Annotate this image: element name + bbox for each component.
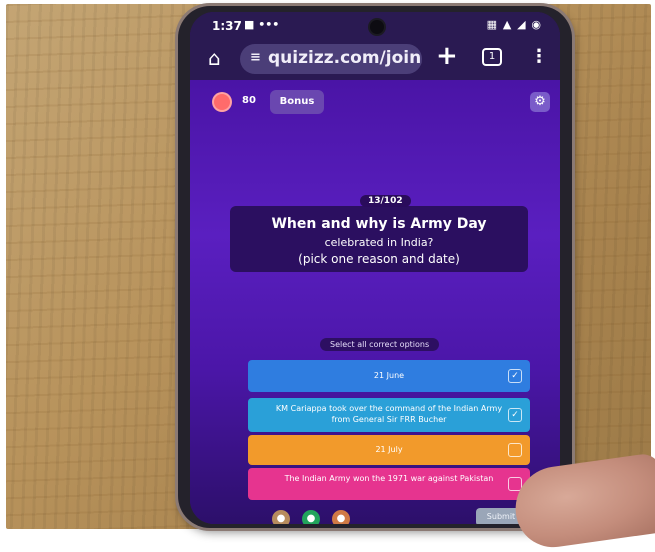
notification-icons: ■ •••	[244, 18, 280, 31]
answer-option-b[interactable]: KM Cariappa took over the command of the…	[248, 398, 530, 432]
question-line-2: celebrated in India?	[324, 236, 434, 249]
question-card: When and why is Army Day celebrated in I…	[230, 206, 528, 272]
checkbox-icon[interactable]: ✓	[508, 408, 522, 422]
status-time: 1:37	[212, 19, 242, 33]
quiz-game-area: 80 Bonus ⚙ When and why is Army Day cele…	[190, 80, 560, 524]
bonus-badge: Bonus	[270, 90, 324, 114]
question-line-3: (pick one reason and date)	[298, 252, 460, 266]
phone-screen: 1:37 ■ ••• ▦ ▲ ◢ ◉ ⌂ ≡ quizizz.com/join/…	[190, 12, 560, 524]
answer-option-a[interactable]: 21 June ✓	[248, 360, 530, 392]
checkbox-icon[interactable]	[508, 443, 522, 457]
tab-switcher-button[interactable]: 1	[482, 48, 502, 66]
option-label: 21 June	[373, 371, 405, 380]
new-tab-icon[interactable]: +	[436, 41, 458, 71]
powerup-icon[interactable]: ●	[332, 510, 350, 524]
system-status-icons: ▦ ▲ ◢ ◉	[486, 18, 542, 31]
option-label: KM Cariappa took over the command of the…	[275, 404, 503, 424]
powerup-icon[interactable]: ●	[272, 510, 290, 524]
question-counter: 13/102	[360, 195, 411, 207]
more-menu-icon[interactable]: ⋮	[530, 46, 548, 67]
settings-icon[interactable]: ⚙	[530, 92, 550, 112]
answer-option-c[interactable]: 21 July	[248, 435, 530, 465]
powerup-streak-icon	[214, 94, 230, 110]
checkbox-icon[interactable]: ✓	[508, 369, 522, 383]
url-text: quizizz.com/join/g	[268, 48, 422, 68]
instruction-text: Select all correct options	[320, 338, 440, 351]
question-line-1: When and why is Army Day	[271, 216, 487, 232]
powerup-count: 80	[242, 95, 256, 106]
browser-toolbar: ⌂ ≡ quizizz.com/join/g + 1 ⋮	[190, 38, 560, 80]
option-label: 21 July	[375, 445, 403, 454]
home-icon[interactable]: ⌂	[208, 46, 221, 70]
answer-option-d[interactable]: The Indian Army won the 1971 war against…	[248, 468, 530, 500]
powerup-dock: ● ● ● Submit	[190, 504, 560, 524]
address-bar[interactable]: ≡ quizizz.com/join/g	[240, 44, 422, 74]
option-label: The Indian Army won the 1971 war against…	[284, 474, 494, 483]
powerup-icon[interactable]: ●	[302, 510, 320, 524]
front-camera	[370, 20, 384, 34]
site-settings-icon[interactable]: ≡	[250, 50, 261, 65]
